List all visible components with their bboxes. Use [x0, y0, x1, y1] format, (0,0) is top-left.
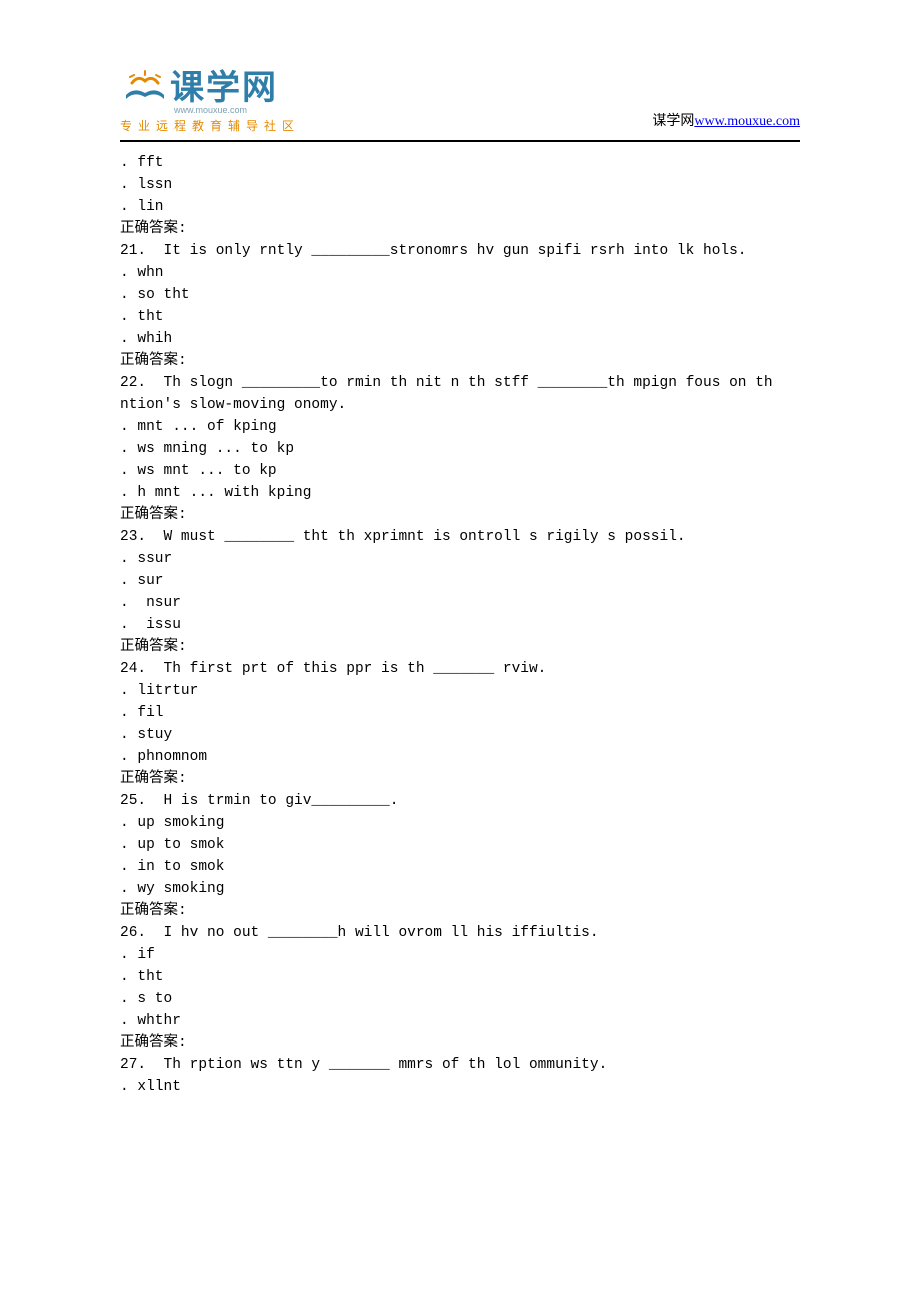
option-line: . ws mnt ... to kp — [120, 460, 800, 482]
option-line: . s to — [120, 988, 800, 1010]
option-line: . in to smok — [120, 856, 800, 878]
option-line: . tht — [120, 966, 800, 988]
question-line: 26. I hv no out ________h will ovrom ll … — [120, 922, 800, 944]
option-line: . lin — [120, 196, 800, 218]
document-content: . fft. lssn. lin正确答案:21. It is only rntl… — [120, 152, 800, 1098]
option-line: . up to smok — [120, 834, 800, 856]
option-line: . ssur — [120, 548, 800, 570]
option-line: . lssn — [120, 174, 800, 196]
option-line: . ws mning ... to kp — [120, 438, 800, 460]
option-line: . issu — [120, 614, 800, 636]
logo-main-text: 课学网 — [170, 60, 278, 109]
option-line: . nsur — [120, 592, 800, 614]
logo-block: 课学网 www.mouxue.com 专业远程教育辅导社区 — [120, 60, 300, 134]
option-line: . whthr — [120, 1010, 800, 1032]
site-url-link[interactable]: www.mouxue.com — [694, 114, 800, 129]
option-line: . fft — [120, 152, 800, 174]
header-site-link: 谋学网www.mouxue.com — [652, 110, 800, 134]
question-line: 25. H is trmin to giv_________. — [120, 790, 800, 812]
option-line: . stuy — [120, 724, 800, 746]
option-line: . fil — [120, 702, 800, 724]
answer-label: 正确答案: — [120, 768, 800, 790]
answer-label: 正确答案: — [120, 900, 800, 922]
page-header: 课学网 www.mouxue.com 专业远程教育辅导社区 谋学网www.mou… — [120, 60, 800, 134]
book-icon — [120, 65, 170, 105]
question-line: 27. Th rption ws ttn y _______ mmrs of t… — [120, 1054, 800, 1076]
option-line: . tht — [120, 306, 800, 328]
answer-label: 正确答案: — [120, 636, 800, 658]
question-line: 21. It is only rntly _________stronomrs … — [120, 240, 800, 262]
option-line: . wy smoking — [120, 878, 800, 900]
option-line: . xllnt — [120, 1076, 800, 1098]
option-line: . so tht — [120, 284, 800, 306]
option-line: . up smoking — [120, 812, 800, 834]
logo-top-row: 课学网 — [120, 60, 278, 109]
option-line: . h mnt ... with kping — [120, 482, 800, 504]
answer-label: 正确答案: — [120, 218, 800, 240]
option-line: . sur — [120, 570, 800, 592]
answer-label: 正确答案: — [120, 1032, 800, 1054]
answer-label: 正确答案: — [120, 350, 800, 372]
option-line: . whih — [120, 328, 800, 350]
option-line: . mnt ... of kping — [120, 416, 800, 438]
answer-label: 正确答案: — [120, 504, 800, 526]
option-line: . if — [120, 944, 800, 966]
logo-url-text: www.mouxue.com — [174, 105, 247, 115]
site-label: 谋学网 — [652, 114, 694, 129]
option-line: . litrtur — [120, 680, 800, 702]
question-line: 24. Th first prt of this ppr is th _____… — [120, 658, 800, 680]
header-divider — [120, 140, 800, 142]
option-line: . whn — [120, 262, 800, 284]
question-line: 22. Th slogn _________to rmin th nit n t… — [120, 372, 800, 416]
option-line: . phnomnom — [120, 746, 800, 768]
question-line: 23. W must ________ tht th xprimnt is on… — [120, 526, 800, 548]
logo-tagline: 专业远程教育辅导社区 — [120, 117, 300, 134]
page-container: 课学网 www.mouxue.com 专业远程教育辅导社区 谋学网www.mou… — [0, 0, 920, 1138]
